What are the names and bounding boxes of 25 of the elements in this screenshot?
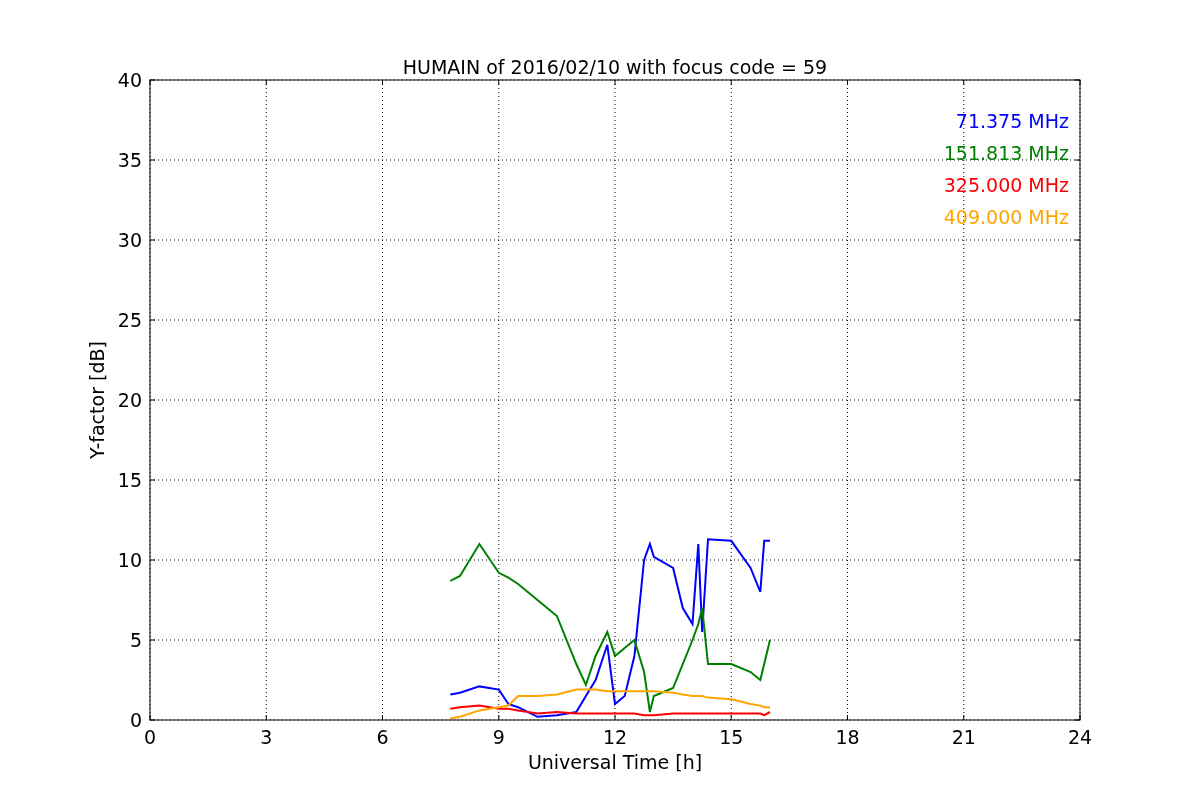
tick-label: 40 (117, 69, 142, 91)
tick-label: 12 (602, 726, 628, 748)
tick-label: 15 (117, 469, 142, 491)
tick-label: 0 (143, 726, 157, 748)
tick-label: 3 (260, 726, 273, 748)
legend-label: 325.000 MHz (943, 174, 1069, 196)
tick-label: 18 (835, 726, 860, 748)
tick-label: 25 (117, 309, 142, 331)
tick-label: 35 (117, 149, 142, 171)
tick-label: 30 (117, 229, 142, 251)
legend-label: 151.813 MHz (943, 142, 1069, 164)
tick-label: 9 (492, 726, 505, 748)
tick-label: 24 (1067, 726, 1093, 748)
axis-label: Y-factor [dB] (86, 341, 108, 459)
axis-label: Universal Time [h] (527, 751, 703, 773)
chart-title: HUMAIN of 2016/02/10 with focus code = 59 (402, 56, 828, 78)
legend-label: 409.000 MHz (943, 206, 1069, 228)
tick-label: 20 (117, 389, 142, 411)
tick-label: 15 (719, 726, 744, 748)
tick-label: 0 (129, 709, 142, 731)
legend-label: 71.375 MHz (955, 110, 1069, 132)
tick-label: 21 (951, 726, 976, 748)
tick-label: 6 (376, 726, 389, 748)
tick-label: 10 (117, 549, 142, 571)
tick-label: 5 (129, 629, 142, 651)
